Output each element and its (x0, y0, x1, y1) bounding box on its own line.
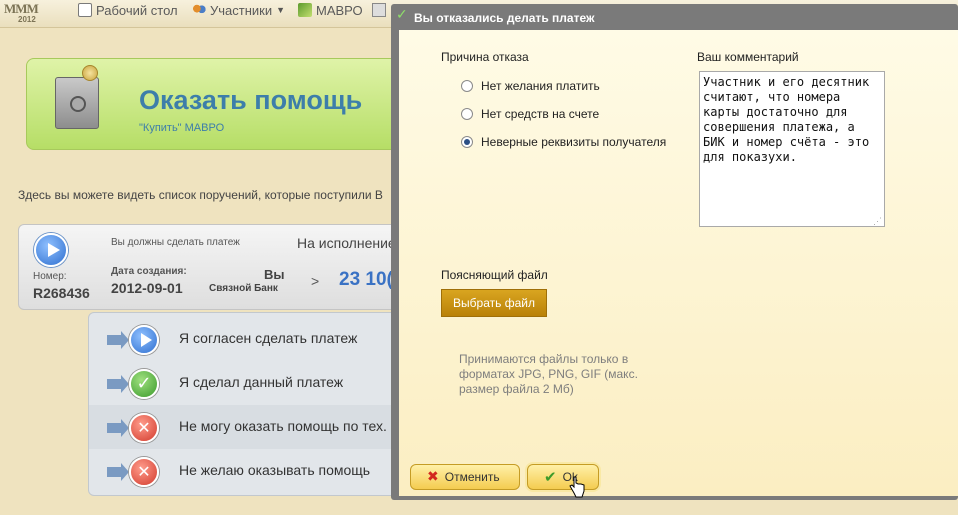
arrow-right-icon (107, 463, 129, 481)
check-icon: ✓ (396, 7, 408, 23)
mavro-icon (298, 3, 312, 17)
page-title: Оказать помощь (139, 85, 363, 115)
reason-label: Нет желания платить (481, 79, 600, 93)
action-label: Я сделал данный платеж (179, 374, 344, 390)
users-icon (192, 3, 206, 17)
order-number: R268436 (33, 285, 90, 301)
hand-cursor-icon (569, 476, 585, 498)
dialog-header: ✓ Вы отказались делать платеж (391, 4, 958, 30)
payer-bank: Связной Банк (209, 283, 278, 294)
reason-label: Нет средств на счете (481, 107, 600, 121)
cancel-button[interactable]: ✖ Отменить (410, 464, 520, 490)
cross-icon: ✕ (129, 457, 159, 487)
order-card: Вы должны сделать платеж На исполнение Н… (18, 224, 438, 310)
arrow-right-icon (107, 419, 129, 437)
cancel-button-label: Отменить (444, 470, 500, 484)
reason-title: Причина отказа (441, 50, 529, 64)
more-icon (372, 3, 386, 17)
direction-arrow: > (311, 273, 320, 289)
created-date-label: Дата создания: (111, 266, 187, 277)
refusal-dialog: ✓ Вы отказались делать платеж Причина от… (391, 4, 958, 500)
check-icon: ✔ (544, 468, 557, 486)
play-icon (34, 233, 68, 267)
reason-label: Неверные реквизиты получателя (481, 135, 667, 149)
dialog-body: Причина отказа Нет желания платить Нет с… (399, 30, 958, 498)
arrow-right-icon (107, 331, 129, 349)
play-icon (129, 325, 159, 355)
payer: Вы (264, 267, 285, 282)
reason-option-wrong-details[interactable]: Неверные реквизиты получателя (461, 134, 666, 150)
comment-textarea[interactable]: Участник и его десятник считают, что ном… (699, 71, 885, 227)
mmm-logo[interactable]: MMM 2012 (4, 1, 39, 27)
nav-item-mavro[interactable]: МАВРО (298, 2, 363, 18)
reason-option-no-desire[interactable]: Нет желания платить (461, 78, 600, 94)
radio-button-selected[interactable] (461, 136, 473, 148)
action-label: Не желаю оказывать помощь (179, 462, 371, 478)
order-number-label: Номер: (33, 271, 67, 282)
reason-option-no-funds[interactable]: Нет средств на счете (461, 106, 599, 122)
nav-item-users[interactable]: Участники ▼ (192, 2, 285, 18)
comment-title: Ваш комментарий (697, 50, 799, 64)
cross-icon: ✖ (427, 469, 439, 485)
file-note: Принимаются файлы только в форматах JPG,… (459, 352, 638, 396)
logo-year: 2012 (18, 15, 36, 24)
intro-text: Здесь вы можете видеть список поручений,… (18, 188, 383, 202)
ok-button[interactable]: ✔ Ok (527, 464, 599, 490)
safe-icon (55, 77, 99, 129)
cross-icon: ✕ (129, 413, 159, 443)
radio-button[interactable] (461, 108, 473, 120)
page-subtitle: "Купить" МАВРО (139, 122, 225, 134)
action-label: Не могу оказать помощь по тех. (179, 418, 387, 434)
order-instruction: Вы должны сделать платеж (111, 237, 240, 248)
coin-icon (82, 65, 98, 81)
file-title: Поясняющий файл (441, 268, 548, 282)
desktop-icon (78, 3, 92, 17)
resize-grip-icon[interactable]: ⋰ (873, 216, 882, 227)
check-icon: ✓ (129, 369, 159, 399)
action-label: Я согласен сделать платеж (179, 330, 358, 346)
help-banner: Оказать помощь "Купить" МАВРО (26, 58, 446, 150)
nav-item-label: Рабочий стол (96, 2, 178, 18)
chevron-down-icon: ▼ (276, 5, 286, 15)
nav-item-desktop[interactable]: Рабочий стол (78, 2, 178, 18)
order-amount: 23 10( (339, 269, 393, 290)
nav-item-label: МАВРО (316, 2, 363, 18)
dialog-title: Вы отказались делать платеж (414, 11, 595, 25)
arrow-right-icon (107, 375, 129, 393)
order-status: На исполнение (297, 235, 396, 251)
radio-button[interactable] (461, 80, 473, 92)
nav-item-more[interactable] (372, 2, 386, 18)
choose-file-button[interactable]: Выбрать файл (441, 289, 547, 317)
nav-item-label: Участники (210, 2, 273, 18)
created-date: 2012-09-01 (111, 280, 183, 296)
